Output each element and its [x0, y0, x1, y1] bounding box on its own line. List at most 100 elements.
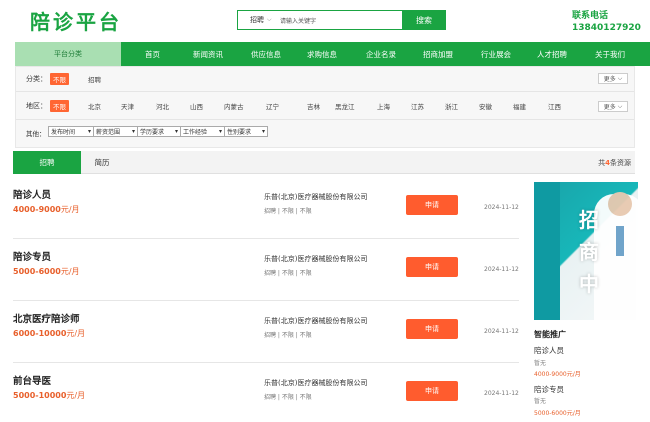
- region-shanghai[interactable]: 上海: [377, 101, 390, 111]
- region-jilin[interactable]: 吉林: [307, 101, 320, 111]
- region-jiangsu[interactable]: 江苏: [411, 101, 424, 111]
- banner-stripe: [534, 182, 560, 320]
- tab-resume[interactable]: 简历: [81, 151, 123, 174]
- filter-category-label: 分类：: [26, 75, 47, 83]
- banner-char: 商: [579, 240, 599, 264]
- filter-row-category: 分类： 不限 招聘 更多 ⌵: [16, 67, 634, 91]
- filter-category-all[interactable]: 不限: [50, 73, 69, 85]
- search-category-select[interactable]: 招聘 ⌵: [238, 15, 278, 25]
- more-label: 更多: [603, 76, 616, 83]
- nav-item-news[interactable]: 新闻资讯: [193, 42, 223, 66]
- region-tianjin[interactable]: 天津: [121, 101, 134, 111]
- region-beijing[interactable]: 北京: [88, 101, 101, 111]
- dropdown-publish-time[interactable]: 发布时间 ▾: [48, 126, 94, 137]
- job-date: 2024-11-12: [484, 266, 519, 273]
- result-count: 共 4 条资源: [598, 151, 631, 174]
- job-company[interactable]: 乐普(北京)医疗器械股份有限公司: [264, 378, 367, 388]
- chevron-down-icon: ▾: [131, 128, 135, 135]
- region-shanxi[interactable]: 山西: [190, 101, 203, 111]
- nav-item-jobs[interactable]: 人才招聘: [537, 42, 567, 66]
- salary-value: 6000-10000: [13, 329, 67, 338]
- job-row: 陪诊专员 5000-6000元/月 乐普(北京)医疗器械股份有限公司 招聘 | …: [13, 239, 519, 301]
- job-company[interactable]: 乐普(北京)医疗器械股份有限公司: [264, 192, 367, 202]
- filter-region-all[interactable]: 不限: [50, 100, 69, 112]
- dropdown-gender[interactable]: 性别要求 ▾: [224, 126, 268, 137]
- sidebar-job-title[interactable]: 陪诊人员: [534, 345, 564, 356]
- region-anhui[interactable]: 安徽: [479, 101, 492, 111]
- nav-item-exhibition[interactable]: 行业展会: [481, 42, 511, 66]
- tab-recruit[interactable]: 招聘: [13, 151, 81, 174]
- job-salary: 5000-10000元/月: [13, 390, 85, 401]
- chevron-down-icon: ⌵: [617, 102, 623, 110]
- salary-unit: 元/月: [66, 391, 86, 400]
- job-meta: 招聘 | 不限 | 不限: [264, 394, 312, 401]
- apply-button[interactable]: 申请: [406, 319, 458, 339]
- nav-item-companies[interactable]: 企业名录: [366, 42, 396, 66]
- filter-divider: [16, 119, 634, 120]
- search-input[interactable]: 请输入关键字: [278, 16, 402, 25]
- job-title[interactable]: 陪诊人员: [13, 187, 51, 201]
- result-tabs: 招聘 简历 共 4 条资源: [13, 151, 635, 174]
- banner-char: 中: [579, 272, 599, 296]
- salary-value: 5000-10000: [13, 391, 67, 400]
- count-prefix: 共: [598, 158, 606, 167]
- salary-unit: 元/月: [60, 267, 80, 276]
- job-row: 陪诊人员 4000-9000元/月 乐普(北京)医疗器械股份有限公司 招聘 | …: [13, 177, 519, 239]
- dropdown-experience[interactable]: 工作经验 ▾: [180, 126, 225, 137]
- filter-region-label: 地区：: [26, 102, 47, 110]
- job-company[interactable]: 乐普(北京)医疗器械股份有限公司: [264, 254, 367, 264]
- chevron-down-icon: ⌵: [617, 74, 623, 82]
- region-jiangxi[interactable]: 江西: [548, 101, 561, 111]
- job-row: 前台导医 5000-10000元/月 乐普(北京)医疗器械股份有限公司 招聘 |…: [13, 363, 519, 422]
- apply-button[interactable]: 申请: [406, 257, 458, 277]
- sidebar-job-sub: 暂无: [534, 398, 547, 405]
- filter-panel: 分类： 不限 招聘 更多 ⌵ 地区： 不限 北京 天津 河北 山西 内蒙古 辽宁 …: [15, 66, 635, 148]
- region-heilongjiang[interactable]: 黑龙江: [335, 101, 355, 111]
- salary-value: 4000-9000: [13, 205, 61, 214]
- nav-item-franchise[interactable]: 招商加盟: [423, 42, 453, 66]
- region-hebei[interactable]: 河北: [156, 101, 169, 111]
- main-nav: 平台分类 首页 新闻资讯 供应信息 求购信息 企业名录 招商加盟 行业展会 人才…: [15, 42, 650, 66]
- job-row: 北京医疗陪诊师 6000-10000元/月 乐普(北京)医疗器械股份有限公司 招…: [13, 301, 519, 363]
- region-liaoning[interactable]: 辽宁: [266, 101, 279, 111]
- filter-category-option[interactable]: 招聘: [88, 74, 101, 84]
- job-date: 2024-11-12: [484, 390, 519, 397]
- salary-unit: 元/月: [66, 329, 86, 338]
- region-fujian[interactable]: 福建: [513, 101, 526, 111]
- dropdown-label: 发布时间: [51, 129, 76, 136]
- count-suffix: 条资源: [610, 158, 631, 167]
- apply-button[interactable]: 申请: [406, 195, 458, 215]
- search-button[interactable]: 搜索: [402, 10, 446, 30]
- filter-other-label: 其他：: [26, 130, 46, 138]
- region-zhejiang[interactable]: 浙江: [445, 101, 458, 111]
- site-logo[interactable]: 陪诊平台: [30, 6, 122, 35]
- sidebar-job-title[interactable]: 陪诊专员: [534, 384, 564, 395]
- nav-item-about[interactable]: 关于我们: [595, 42, 625, 66]
- dropdown-salary[interactable]: 薪资范围 ▾: [93, 126, 138, 137]
- apply-button[interactable]: 申请: [406, 381, 458, 401]
- job-title[interactable]: 前台导医: [13, 373, 51, 387]
- dropdown-label: 学历要求: [140, 129, 165, 136]
- region-neimenggu[interactable]: 内蒙古: [224, 101, 244, 111]
- chevron-down-icon: ▾: [218, 128, 222, 135]
- sidebar-job-sub: 暂无: [534, 360, 547, 367]
- nav-item-purchase[interactable]: 求购信息: [307, 42, 337, 66]
- nav-item-supply[interactable]: 供应信息: [251, 42, 281, 66]
- job-meta: 招聘 | 不限 | 不限: [264, 332, 312, 339]
- banner-char: 招: [579, 208, 599, 232]
- job-company[interactable]: 乐普(北京)医疗器械股份有限公司: [264, 316, 367, 326]
- sidebar-title: 智能推广: [534, 330, 566, 339]
- salary-value: 5000-6000: [13, 267, 61, 276]
- job-salary: 4000-9000元/月: [13, 204, 80, 215]
- nav-item-home[interactable]: 首页: [145, 42, 160, 66]
- contact-info: 联系电话 13840127920: [572, 10, 641, 34]
- filter-row-region: 地区： 不限 北京 天津 河北 山西 内蒙古 辽宁 吉林 黑龙江 上海 江苏 浙…: [16, 92, 634, 119]
- filter-category-more[interactable]: 更多 ⌵: [598, 73, 628, 84]
- nav-category[interactable]: 平台分类: [15, 42, 121, 66]
- filter-region-more[interactable]: 更多 ⌵: [598, 101, 628, 112]
- job-title[interactable]: 陪诊专员: [13, 249, 51, 263]
- job-salary: 5000-6000元/月: [13, 266, 80, 277]
- job-title[interactable]: 北京医疗陪诊师: [13, 311, 80, 325]
- dropdown-education[interactable]: 学历要求 ▾: [137, 126, 181, 137]
- promo-banner[interactable]: 招 商 中: [534, 182, 638, 320]
